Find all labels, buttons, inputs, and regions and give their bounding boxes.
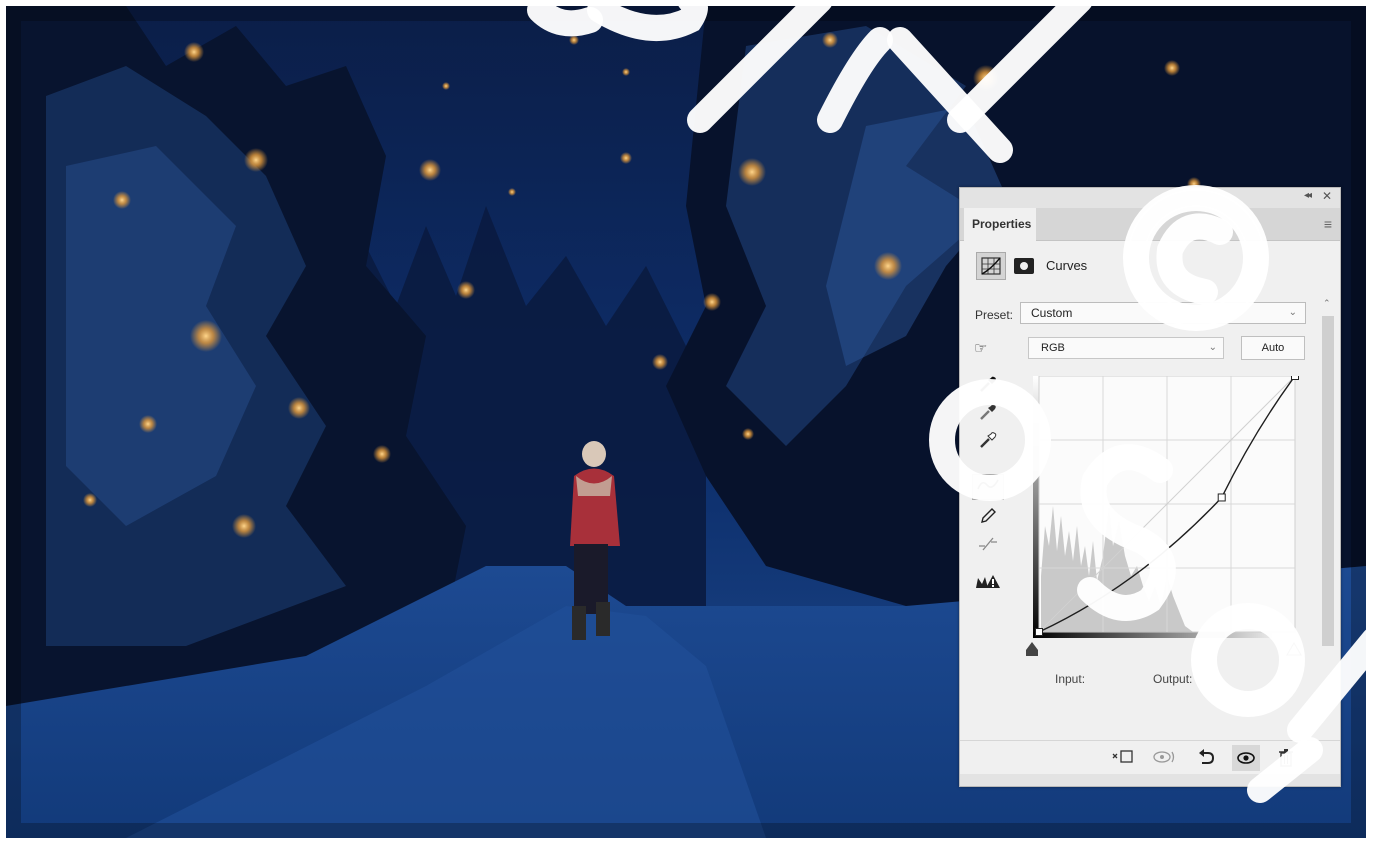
chevron-down-icon: ⌄ [1288,307,1297,318]
view-previous-state-icon[interactable] [1152,749,1176,769]
preset-value: Custom [1031,306,1073,320]
output-gradient-bar [1033,376,1039,638]
preset-dropdown[interactable]: Custom ⌄ [1020,302,1306,324]
curve-control-point[interactable] [1291,376,1299,380]
clip-to-layer-icon[interactable] [1112,749,1134,769]
chevron-down-icon: ⌄ [1208,342,1217,353]
auto-button[interactable]: Auto [1241,336,1305,360]
output-label: Output: [1153,672,1193,686]
collapse-panel-icon[interactable]: ◂◂ [1304,190,1312,201]
panel-menu-icon[interactable]: ≡ [1324,216,1332,232]
reset-icon[interactable] [1196,749,1216,771]
black-point-eyedropper-icon[interactable] [972,374,1004,400]
curve-point-tool-icon[interactable] [972,474,1004,500]
white-point-eyedropper-icon[interactable] [972,430,1004,456]
input-gradient-bar [1033,632,1295,638]
properties-panel: ◂◂ ✕ Properties ≡ Curves Preset: Custom … [959,187,1341,787]
panel-titlebar[interactable]: ◂◂ ✕ [960,188,1340,208]
curves-graph[interactable] [1033,376,1303,656]
gray-point-eyedropper-icon[interactable] [972,402,1004,428]
white-point-slider-icon[interactable] [1286,642,1302,656]
trash-icon[interactable] [1278,749,1294,771]
panel-resize-strip[interactable] [960,774,1340,786]
channel-dropdown[interactable]: RGB ⌄ [1028,337,1224,359]
clipping-warning-icon[interactable] [972,572,1004,598]
smooth-curve-icon[interactable] [972,534,1004,560]
tab-properties[interactable]: Properties [964,208,1036,241]
preset-label: Preset: [975,308,1014,322]
layer-mask-icon[interactable] [1014,258,1034,274]
channel-value: RGB [1041,342,1065,354]
panel-bottom-toolbar [960,740,1340,775]
curves-adjustment-icon[interactable] [976,252,1006,280]
toggle-visibility-icon[interactable] [1232,745,1260,771]
panel-tab-row: Properties ≡ [960,208,1340,241]
adjustment-title: Curves [1046,258,1088,273]
black-point-slider-icon[interactable] [1026,642,1038,656]
panel-scrollbar[interactable]: ⌃ [1321,298,1335,718]
curve-control-point[interactable] [1217,493,1226,502]
targeted-adjustment-hand-icon[interactable]: ☞ [974,339,987,357]
pencil-draw-icon[interactable] [972,506,1004,532]
input-label: Input: [1055,672,1086,686]
scrollbar-thumb[interactable] [1322,316,1334,646]
scroll-up-icon[interactable]: ⌃ [1323,298,1331,309]
close-panel-icon[interactable]: ✕ [1322,189,1332,203]
curve-control-point[interactable] [1035,628,1043,636]
